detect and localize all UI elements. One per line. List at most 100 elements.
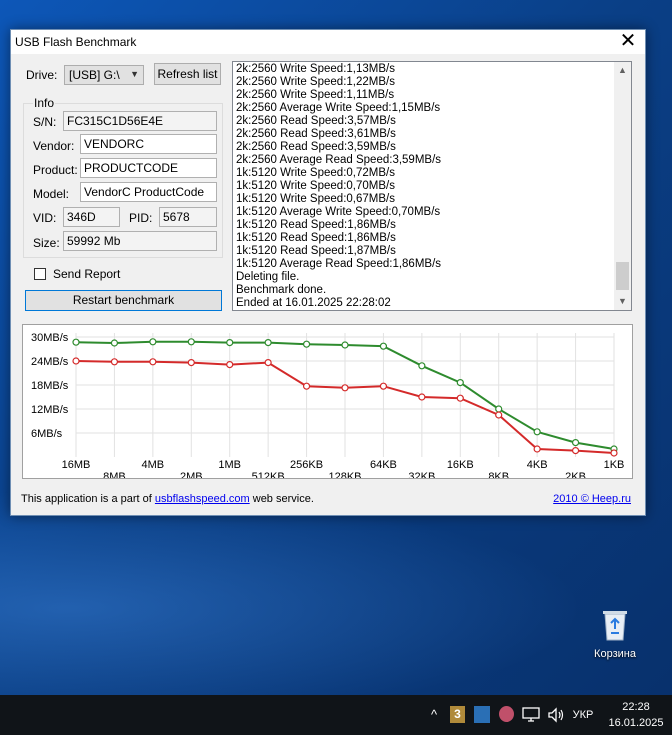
tray-app3-icon[interactable] xyxy=(499,706,514,722)
data-point xyxy=(302,340,311,348)
x-tick-label: 16KB xyxy=(447,459,474,471)
vid-label: VID: xyxy=(33,211,57,225)
data-point xyxy=(341,341,349,349)
scroll-thumb[interactable] xyxy=(616,262,629,290)
y-tick-label: 6MB/s xyxy=(31,428,63,440)
y-tick-label: 24MB/s xyxy=(31,356,69,368)
heep-link[interactable]: 2010 © Heep.ru xyxy=(553,493,631,505)
data-point xyxy=(533,445,541,453)
log-line: 2k:2560 Read Speed:3,61MB/s xyxy=(236,128,396,140)
log-line: 1k:5120 Write Speed:0,70MB/s xyxy=(236,180,395,192)
x-tick-label: 1KB xyxy=(604,459,625,471)
log-lines: 2k:2560 Write Speed:1,13MB/s 2k:2560 Writ… xyxy=(236,63,611,310)
x-tick-label: 1MB xyxy=(218,459,241,471)
log-line: Benchmark done. xyxy=(236,284,327,296)
close-icon[interactable]: ✕ xyxy=(611,30,645,54)
data-point xyxy=(264,358,272,367)
log-line: 2k:2560 Write Speed:1,13MB/s xyxy=(236,63,395,75)
vendor-field[interactable]: VENDORC xyxy=(80,134,217,154)
x-tick-label: 512KB xyxy=(252,471,285,478)
model-field[interactable]: VendorC ProductCode xyxy=(80,182,217,202)
sn-label: S/N: xyxy=(33,115,57,129)
clock-time: 22:28 xyxy=(622,701,650,713)
data-point xyxy=(495,411,503,419)
size-field[interactable]: 59992 Mb xyxy=(63,231,217,251)
speed-chart: 30MB/s 24MB/s 18MB/s 12MB/s 6MB/s 16MB 8MB 4MB 2… xyxy=(22,324,633,483)
data-point xyxy=(456,394,464,402)
data-point xyxy=(149,358,157,366)
x-tick-label: 2KB xyxy=(565,471,586,478)
recycle-bin-shortcut[interactable]: Корзина xyxy=(590,607,640,660)
log-line: 2k:2560 Average Read Speed:3,59MB/s xyxy=(236,154,442,166)
info-group-label: Info xyxy=(33,96,56,110)
pid-label: PID: xyxy=(129,211,153,225)
size-label: Size: xyxy=(33,236,60,250)
data-point xyxy=(72,357,80,365)
x-tick-label: 64KB xyxy=(370,459,397,471)
y-tick-label: 12MB/s xyxy=(31,404,69,416)
log-line: 1k:5120 Read Speed:1,86MB/s xyxy=(236,232,396,244)
footer-text: This application is a part of usbflashsp… xyxy=(21,493,314,505)
data-point xyxy=(610,449,618,457)
send-report-checkbox[interactable] xyxy=(34,268,46,280)
scroll-down-icon[interactable]: ▼ xyxy=(614,293,631,310)
chevron-down-icon: ▼ xyxy=(130,69,139,79)
data-point xyxy=(264,339,272,347)
x-tick-label: 8MB xyxy=(103,471,126,478)
drive-select-value: [USB] G:\ xyxy=(69,68,120,82)
clock-date: 16.01.2025 xyxy=(608,717,664,729)
log-line: 2k:2560 Read Speed:3,57MB/s xyxy=(236,115,396,127)
x-tick-label: 4KB xyxy=(527,459,548,471)
refresh-list-button[interactable]: Refresh list xyxy=(154,63,221,85)
recycle-bin-label: Корзина xyxy=(594,648,636,660)
log-scrollbar[interactable]: ▲ ▼ xyxy=(614,62,631,310)
app-window: USB Flash Benchmark ✕ Drive: [USB] G:\ ▼… xyxy=(10,29,646,516)
data-point xyxy=(379,382,388,390)
data-point xyxy=(571,446,580,455)
tray-app2-icon[interactable] xyxy=(474,706,490,723)
log-line: 1k:5120 Read Speed:1,86MB/s xyxy=(236,219,396,231)
tray-app-icon[interactable]: 3 xyxy=(450,706,465,723)
tray-chevron-icon[interactable]: ^ xyxy=(426,695,442,735)
model-label: Model: xyxy=(33,187,70,201)
data-point xyxy=(495,405,503,413)
taskbar-clock[interactable]: 22:28 16.01.2025 xyxy=(606,699,666,731)
data-point xyxy=(72,338,80,346)
x-tick-label: 4MB xyxy=(142,459,165,471)
log-line: Deleting file. xyxy=(236,271,300,283)
sn-field[interactable]: FC315C1D56E4E xyxy=(63,111,217,131)
footer-prefix: This application is a part of xyxy=(21,493,155,505)
log-line: 2k:2560 Write Speed:1,22MB/s xyxy=(236,76,395,88)
data-point xyxy=(418,393,426,401)
drive-select[interactable]: [USB] G:\ ▼ xyxy=(64,65,144,85)
taskbar: ^ 3 УКР 22:28 16.01.2025 xyxy=(0,695,672,735)
data-point xyxy=(341,384,349,392)
pid-field[interactable]: 5678 xyxy=(159,207,217,227)
data-point xyxy=(110,358,119,366)
data-point xyxy=(226,339,234,347)
usbflashspeed-link[interactable]: usbflashspeed.com xyxy=(155,493,250,505)
product-field[interactable]: PRODUCTCODE xyxy=(80,158,217,178)
data-point xyxy=(187,358,195,367)
x-tick-label: 256KB xyxy=(290,459,323,471)
restart-benchmark-button[interactable]: Restart benchmark xyxy=(25,290,222,311)
x-tick-label: 16MB xyxy=(62,459,91,471)
speed-chart-svg: 30MB/s 24MB/s 18MB/s 12MB/s 6MB/s 16MB 8MB 4MB 2… xyxy=(31,332,625,483)
data-point xyxy=(149,338,157,346)
x-tick-label: 32KB xyxy=(408,471,435,478)
data-point xyxy=(456,378,464,387)
product-label: Product: xyxy=(33,163,78,177)
log-line: 1k:5120 Write Speed:0,67MB/s xyxy=(236,193,395,205)
network-icon[interactable] xyxy=(522,707,540,723)
x-tick-label: 2MB xyxy=(180,471,203,478)
volume-icon[interactable] xyxy=(547,707,565,723)
log-line: 1k:5120 Average Read Speed:1,86MB/s xyxy=(236,258,442,270)
title-bar: USB Flash Benchmark ✕ xyxy=(11,30,645,54)
benchmark-log[interactable]: 2k:2560 Write Speed:1,13MB/s 2k:2560 Writ… xyxy=(232,61,632,311)
log-line: 2k:2560 Write Speed:1,11MB/s xyxy=(236,89,395,101)
vid-field[interactable]: 346D xyxy=(63,207,120,227)
log-line: Ended at 16.01.2025 22:28:02 xyxy=(236,297,391,309)
language-indicator[interactable]: УКР xyxy=(570,695,596,735)
scroll-up-icon[interactable]: ▲ xyxy=(614,62,631,79)
log-line: 2k:2560 Average Write Speed:1,15MB/s xyxy=(236,102,441,114)
